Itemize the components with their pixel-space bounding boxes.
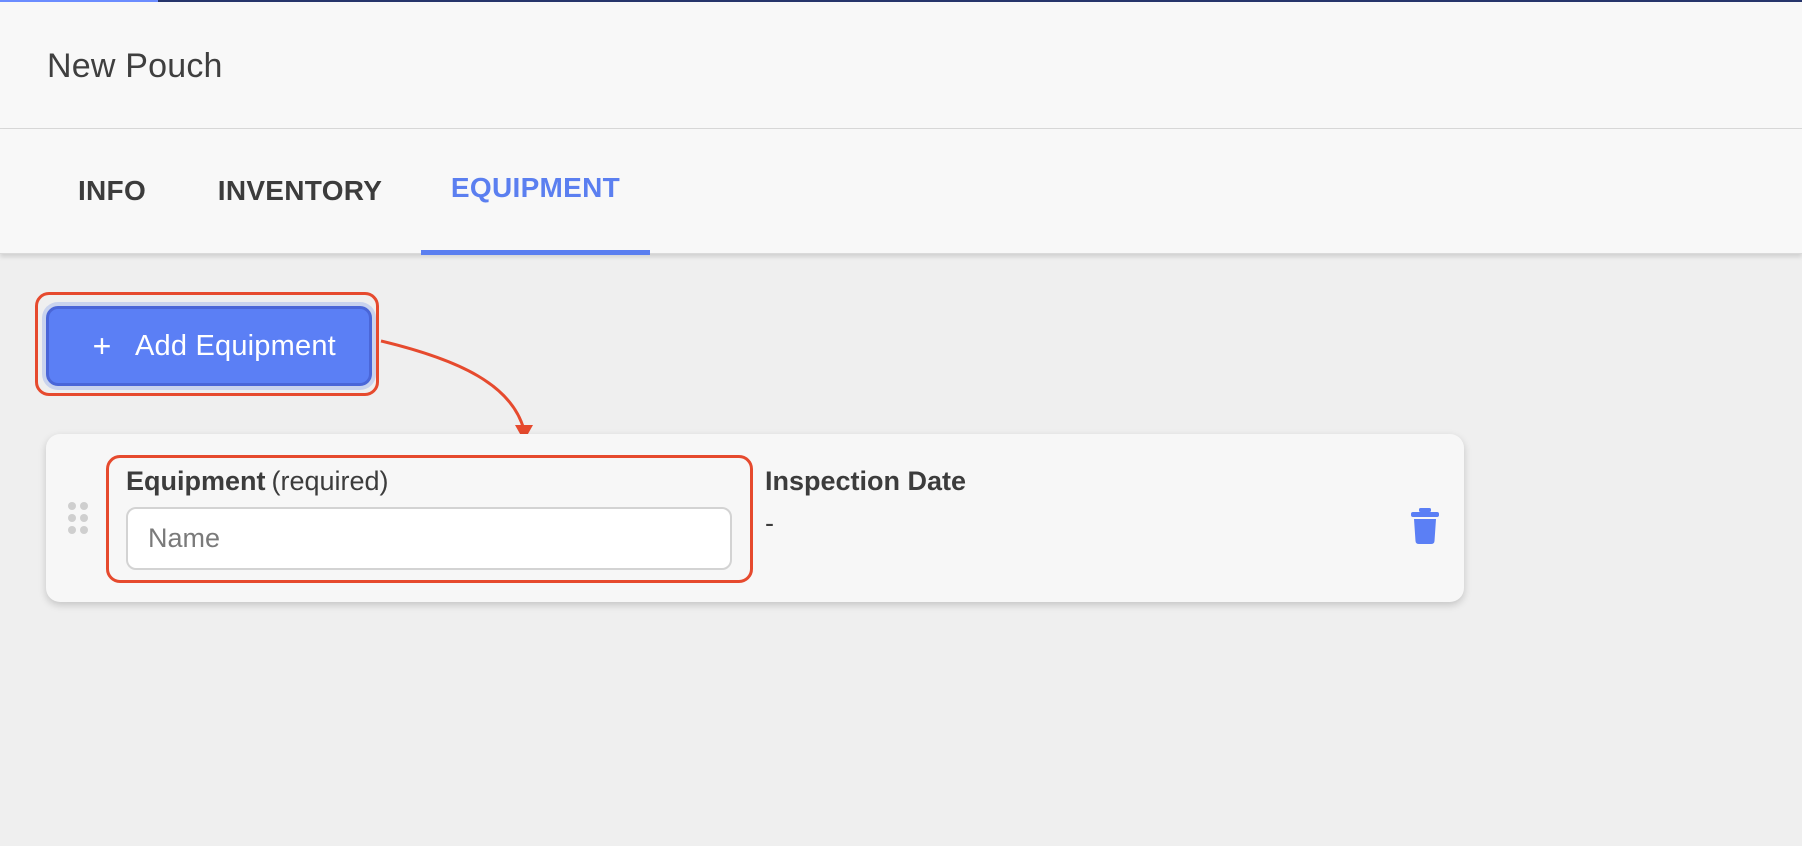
inspection-date-label: Inspection Date xyxy=(765,466,967,496)
equipment-label: Equipment xyxy=(126,466,266,496)
drag-handle-icon[interactable] xyxy=(68,502,90,534)
add-equipment-label: Add Equipment xyxy=(135,329,336,362)
plus-icon: + xyxy=(92,328,112,364)
equipment-field-label: Equipment (required) xyxy=(126,466,389,497)
tab-bar: INFO INVENTORY EQUIPMENT xyxy=(0,126,1802,255)
add-equipment-button[interactable]: + Add Equipment xyxy=(46,306,372,386)
tab-inventory[interactable]: INVENTORY xyxy=(205,129,395,253)
inspection-date-value: - xyxy=(765,508,774,538)
tab-equipment[interactable]: EQUIPMENT xyxy=(421,126,650,250)
required-qualifier: (required) xyxy=(271,466,389,496)
active-tab-indicator xyxy=(421,250,650,255)
tab-info[interactable]: INFO xyxy=(47,129,177,253)
trash-icon[interactable] xyxy=(1410,508,1440,544)
equipment-name-input[interactable] xyxy=(126,507,732,570)
page-header: New Pouch xyxy=(0,2,1802,129)
page-title: New Pouch xyxy=(47,47,223,85)
